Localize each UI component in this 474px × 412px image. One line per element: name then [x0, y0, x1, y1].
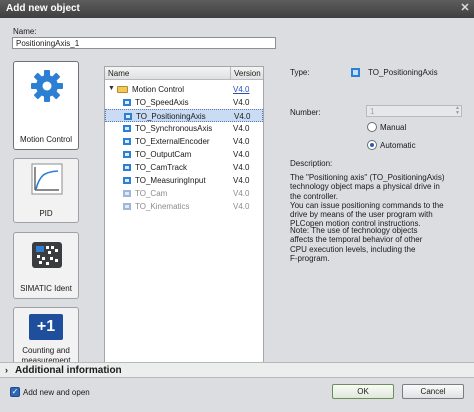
description-label: Description:	[290, 159, 333, 168]
gear-icon	[31, 70, 63, 102]
category-counting[interactable]: +1 Counting and measurement	[13, 307, 79, 369]
category-motion-control[interactable]: Motion Control	[13, 61, 79, 150]
tree-item-version: V4.0	[233, 163, 250, 172]
additional-information-toggle[interactable]: › Additional information	[0, 362, 474, 378]
tree-folder-label: Motion Control	[132, 85, 185, 94]
technology-object-icon	[124, 113, 132, 120]
type-text: TO_PositioningAxis	[368, 68, 438, 77]
chart-icon	[31, 163, 63, 195]
tree-item-label: TO_SynchronousAxis	[135, 124, 213, 133]
technology-object-icon	[123, 125, 131, 132]
category-pid[interactable]: PID	[13, 158, 79, 223]
dialog-body: Name: PositioningAxis_1 Motion Control P…	[0, 18, 474, 412]
dialog-titlebar: Add new object ✕	[0, 0, 474, 18]
category-simatic-ident[interactable]: SIMATIC Ident	[13, 232, 79, 299]
plus-one-icon: +1	[29, 314, 63, 340]
tree-item[interactable]: TO_SynchronousAxis V4.0	[105, 122, 263, 135]
tree-item-label: TO_SpeedAxis	[135, 98, 189, 107]
tree-header: Name Version	[105, 67, 263, 80]
technology-object-icon	[123, 190, 131, 197]
tree-item-version: V4.0	[233, 137, 250, 146]
tree-folder-version[interactable]: V4.0	[233, 85, 249, 94]
add-new-open-checkbox[interactable]: ✓	[10, 387, 20, 397]
radio-manual[interactable]	[367, 122, 377, 132]
technology-object-icon	[123, 138, 131, 145]
tree-item[interactable]: TO_OutputCam V4.0	[105, 148, 263, 161]
number-value: 1	[370, 107, 375, 116]
close-icon[interactable]: ✕	[458, 2, 472, 15]
name-label: Name:	[13, 27, 37, 36]
technology-object-icon	[123, 151, 131, 158]
tree-item-version: V4.0	[233, 124, 250, 133]
expand-arrow-icon[interactable]: ▼	[108, 85, 115, 92]
tree-item-label: TO_PositioningAxis	[136, 112, 206, 121]
note-text: Note: The use of technology objects affe…	[290, 226, 423, 263]
spinner-icon[interactable]: ▲ ▼	[455, 106, 460, 116]
technology-object-icon	[123, 99, 131, 106]
tree-item-version: V4.0	[233, 98, 250, 107]
tree-item-label: TO_CamTrack	[135, 163, 188, 172]
technology-object-icon	[123, 203, 131, 210]
category-label: PID	[39, 209, 53, 218]
manual-label: Manual	[380, 123, 407, 132]
tree-item-version: V4.0	[233, 189, 250, 198]
add-new-open-label: Add new and open	[23, 388, 90, 397]
tree-item[interactable]: TO_ExternalEncoder V4.0	[105, 135, 263, 148]
tree-item[interactable]: TO_Kinematics V4.0	[105, 200, 263, 213]
tree-item-label: TO_Cam	[135, 189, 168, 198]
tree-item[interactable]: TO_CamTrack V4.0	[105, 161, 263, 174]
technology-object-icon	[123, 164, 131, 171]
tree-item-version: V4.0	[233, 202, 250, 211]
tree-item[interactable]: TO_SpeedAxis V4.0	[105, 96, 263, 109]
dialog-title: Add new object	[6, 3, 80, 14]
automatic-label: Automatic	[380, 141, 416, 150]
category-label: Motion Control	[19, 135, 73, 144]
radio-automatic[interactable]	[367, 140, 377, 150]
tree-item[interactable]: TO_Cam V4.0	[105, 187, 263, 200]
number-input[interactable]: 1 ▲ ▼	[366, 105, 462, 117]
rfid-reader-icon	[32, 242, 62, 268]
folder-icon	[117, 86, 128, 93]
type-label: Type:	[290, 68, 310, 77]
tree-item[interactable]: TO_PositioningAxis V4.0	[105, 109, 263, 122]
tree-item-label: TO_OutputCam	[135, 150, 192, 159]
tree-item-label: TO_ExternalEncoder	[135, 137, 210, 146]
cancel-button[interactable]: Cancel	[402, 384, 464, 399]
tree-item-version: V4.0	[233, 176, 250, 185]
category-label: SIMATIC Ident	[20, 284, 72, 293]
ok-button[interactable]: OK	[332, 384, 394, 399]
technology-object-icon	[123, 177, 131, 184]
additional-information-label: Additional information	[15, 365, 122, 376]
column-name[interactable]: Name	[108, 69, 129, 78]
tree-item-label: TO_Kinematics	[135, 202, 190, 211]
type-value: TO_PositioningAxis	[350, 66, 446, 79]
name-input[interactable]: PositioningAxis_1	[12, 37, 276, 49]
tree-item-label: TO_MeasuringInput	[135, 176, 206, 185]
number-label: Number:	[290, 108, 321, 117]
axis-object-icon	[351, 68, 360, 77]
tree-item-version: V4.0	[233, 150, 250, 159]
dialog-footer: ✓ Add new and open OK Cancel	[0, 380, 474, 412]
column-version[interactable]: Version	[230, 67, 263, 79]
description-text: The "Positioning axis" (TO_PositioningAx…	[290, 173, 445, 229]
object-tree[interactable]: Name Version ▼ Motion Control V4.0 TO_Speed…	[104, 66, 264, 374]
tree-folder-motion-control[interactable]: ▼ Motion Control V4.0	[105, 83, 263, 96]
chevron-right-icon: ›	[5, 365, 8, 375]
tree-item[interactable]: TO_MeasuringInput V4.0	[105, 174, 263, 187]
tree-item-version: V4.0	[234, 112, 251, 121]
